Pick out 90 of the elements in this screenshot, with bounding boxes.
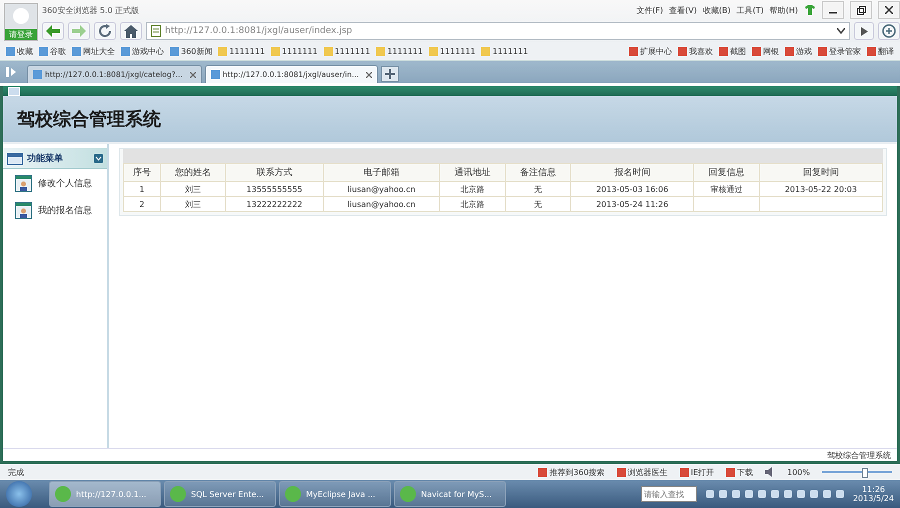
restore-button[interactable] [850,1,872,19]
user-card-icon [15,202,32,219]
table-cell: 北京路 [460,184,484,194]
refresh-icon[interactable] [94,22,116,40]
user-card-icon [15,175,32,192]
back-button[interactable] [42,22,64,40]
minimize-button[interactable] [822,1,844,19]
close-button[interactable] [878,1,900,19]
extension-button[interactable]: 截图 [719,46,746,56]
new-tab-button[interactable] [380,66,399,82]
table-cell: 13555555555 [246,184,302,194]
table-cell: 北京路 [460,200,484,208]
taskbar-button[interactable]: SQL Server Ente... [164,481,276,507]
search-field[interactable]: 请输入查找 [640,486,697,502]
table-cell: 2013-05-24 11:26 [596,200,668,208]
bookmark-item[interactable]: 1111111 [376,46,423,56]
home-icon[interactable] [120,22,142,40]
bookmark-item[interactable]: 谷歌 [39,46,66,56]
taskbar-button[interactable]: MyEclipse Java ... [279,481,391,507]
close-icon[interactable] [885,6,893,14]
column-header: 序号 [124,164,160,182]
extension-button[interactable]: 网银 [752,46,779,56]
address-field[interactable]: http://127.0.0.1:8081/jxgl/auser/index.jsp [146,22,850,40]
zoom-slider[interactable] [822,468,892,476]
table-cell: 13222222222 [246,200,302,208]
go-button[interactable] [854,22,874,40]
shirt-icon[interactable] [804,5,816,15]
bookmark-item[interactable]: 1111111 [218,46,265,56]
bookmark-item[interactable]: 1111111 [481,46,528,56]
menu-item[interactable]: 收藏(B) [702,4,731,16]
status-text: 完成 [8,466,24,478]
table-cell: 无 [534,184,542,194]
window-icon [8,86,20,96]
play-icon[interactable] [860,26,868,36]
status-button[interactable]: IE打开 [680,466,714,478]
taskbar-button[interactable]: Navicat for MyS... [394,481,506,507]
bookmark-item[interactable]: 1111111 [270,46,318,56]
bookmark-item[interactable]: 1111111 [428,46,476,56]
column-header: 通讯地址 [440,164,506,182]
extension-button[interactable]: 登录管家 [818,46,861,56]
extension-button[interactable]: 我喜欢 [678,46,713,56]
clock-date: 2013/5/24 [852,494,894,503]
sidebar-link[interactable]: 修改个人信息 [38,177,92,190]
column-header: 联系方式 [226,164,324,182]
table-cell: 刘三 [184,184,201,194]
table-cell: 2013-05-22 20:03 [784,184,857,194]
table-cell: liusan@yahoo.cn [347,184,416,194]
bookmark-item[interactable]: 1111111 [324,46,370,56]
bookmark-item[interactable]: 360新闻 [170,46,212,56]
column-header: 报名时间 [570,164,694,182]
restore-icon[interactable] [856,6,866,14]
collapse-icon[interactable] [94,154,103,162]
column-header: 您的姓名 [160,164,226,182]
column-header: 备注信息 [505,164,571,182]
table-cell: 刘三 [184,200,201,208]
table-cell: 2013-05-03 16:06 [596,184,668,194]
table-cell: liusan@yahoo.cn [347,200,416,208]
menu-header: 功能菜单 [3,148,107,169]
status-button[interactable]: 推荐到360搜索 [538,466,605,478]
table-cell: 1 [139,184,144,194]
app-title: 驾校综合管理系统 [17,108,161,131]
start-button[interactable] [6,481,32,507]
menu-item[interactable]: 工具(T) [736,4,764,16]
sidebar-toggle-icon[interactable] [6,67,16,77]
footer-text: 驾校综合管理系统 [827,450,891,460]
bookmark-item[interactable]: 游戏中心 [121,46,164,56]
column-header: 回复信息 [694,164,760,182]
dropdown-icon[interactable] [837,28,845,34]
menu-item[interactable]: 帮助(H) [770,4,798,16]
extension-button[interactable]: 翻译 [867,46,894,56]
column-header: 电子邮箱 [323,164,440,182]
table-cell: 2 [139,200,144,208]
column-header: 回复时间 [759,164,882,182]
table-cell: 审核通过 [710,184,743,194]
zoom-level[interactable]: 100% [787,468,810,476]
calendar-icon [7,151,23,165]
status-button[interactable]: 下载 [726,466,754,478]
page-icon [151,25,161,37]
sidebar-link[interactable]: 我的报名信息 [38,204,92,217]
bookmark-item[interactable]: 网址大全 [72,46,115,56]
bookmark-item[interactable]: 收藏 [6,46,33,56]
clock-time: 11:26 [862,485,886,494]
menu-item[interactable]: 文件(F) [636,4,664,16]
extension-button[interactable]: 扩展中心 [629,46,672,56]
menu-item[interactable]: 查看(V) [669,4,697,16]
close-icon[interactable] [366,72,372,78]
extension-button[interactable]: 游戏 [785,46,812,56]
table-cell: 无 [534,200,542,208]
window-title: 360安全浏览器 5.0 正式版 [42,4,140,16]
status-button[interactable]: 浏览器医生 [616,466,668,478]
